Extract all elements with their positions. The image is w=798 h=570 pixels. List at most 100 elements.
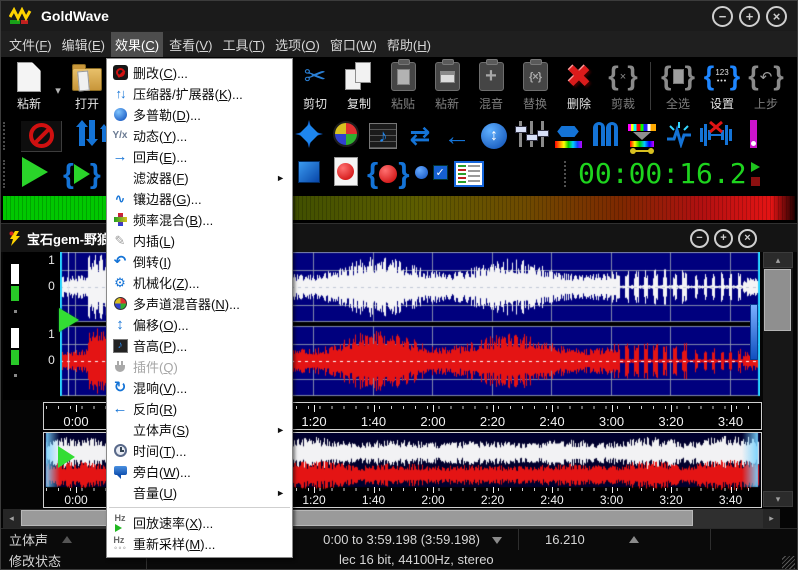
channel-zoom-thumb[interactable]: [11, 328, 19, 348]
minimize-button[interactable]: −: [712, 6, 733, 27]
toolbar-gripper[interactable]: [564, 161, 568, 187]
menu-item-voice-over[interactable]: 旁白(W)...: [107, 461, 292, 482]
open-button[interactable]: 打开: [65, 60, 109, 112]
menu-item-flanger[interactable]: ∿镶边器(G)...: [107, 188, 292, 209]
record-monitor-button[interactable]: ✓: [415, 157, 448, 191]
mix-button[interactable]: +混音: [469, 60, 513, 112]
offset-button[interactable]: ↕: [478, 119, 510, 153]
open-dropdown-button[interactable]: ▾: [51, 60, 65, 107]
menu-item-time-warp[interactable]: 时间(T)...: [107, 440, 292, 461]
doc-maximize-button[interactable]: +: [714, 229, 733, 248]
playback-start-marker[interactable]: [59, 308, 79, 332]
menu-h[interactable]: 帮助(H): [383, 32, 435, 57]
menu-item-resample[interactable]: Hz∘∘∘重新采样(M)...: [107, 533, 292, 554]
clipped-tool-button[interactable]: [737, 119, 769, 153]
record-new-button[interactable]: [330, 157, 362, 191]
scroll-down-icon[interactable]: [763, 491, 793, 507]
control-properties-button[interactable]: [453, 157, 485, 191]
previous-icon: {↶}: [748, 60, 784, 93]
menu-v[interactable]: 查看(V): [165, 32, 216, 57]
menu-item-playback-rate[interactable]: Hz回放速率(X)...: [107, 512, 292, 533]
scroll-up-icon[interactable]: [763, 252, 793, 268]
record-selection-button[interactable]: {}: [367, 157, 410, 191]
menu-f[interactable]: 文件(F): [5, 32, 56, 57]
close-button[interactable]: ×: [766, 6, 787, 27]
pitch-icon: ♪: [369, 123, 397, 149]
stereo-toggle-icon[interactable]: [62, 536, 72, 543]
doc-minimize-button[interactable]: −: [690, 229, 709, 248]
menu-w[interactable]: 窗口(W): [326, 32, 381, 57]
overview-playback-marker[interactable]: [58, 446, 75, 468]
select-all-button[interactable]: {}全选: [656, 60, 700, 112]
menu-t[interactable]: 工具(T): [218, 32, 269, 57]
doc-close-button[interactable]: ×: [738, 229, 757, 248]
menu-item-volume[interactable]: 音量(U): [107, 482, 292, 503]
paste-new-button[interactable]: 粘新: [425, 60, 469, 112]
pitch-button[interactable]: ♪: [367, 119, 399, 153]
menu-item-stereo[interactable]: 立体声(S): [107, 419, 292, 440]
channel-strip[interactable]: [3, 252, 43, 400]
menu-item-reverb[interactable]: ↻混响(V)...: [107, 377, 292, 398]
menu-item-censor[interactable]: 删改(C)...: [107, 62, 292, 83]
channel-zoom-range[interactable]: [11, 350, 19, 365]
menu-item-channel-mixer[interactable]: 多声道混音器(N)...: [107, 293, 292, 314]
menu-e[interactable]: 编辑(E): [58, 32, 109, 57]
no-entry-button[interactable]: [19, 119, 63, 153]
filter-button[interactable]: [552, 119, 584, 153]
channel-zoom-range[interactable]: [11, 286, 19, 301]
selection-unit-icon[interactable]: [492, 537, 502, 544]
position-unit-icon[interactable]: [629, 536, 639, 543]
vertical-scrollbar[interactable]: [763, 252, 793, 507]
click-repair-button[interactable]: [663, 119, 695, 153]
position-cell[interactable]: 16.210: [519, 529, 711, 550]
paste-button[interactable]: 粘贴: [381, 60, 425, 112]
menu-item-plugin[interactable]: 插件(Q): [107, 356, 292, 377]
menu-item-frequency-blend[interactable]: 频率混合(B)...: [107, 209, 292, 230]
spectrum-filter-button[interactable]: [626, 119, 658, 153]
stereo-indicator[interactable]: 立体声: [9, 530, 48, 549]
delete-button[interactable]: ✖删除: [557, 60, 601, 112]
noise-reduction-button[interactable]: [700, 119, 732, 153]
toolbar-gripper[interactable]: [3, 160, 7, 188]
reverse-button[interactable]: ←: [441, 119, 473, 153]
replace-button[interactable]: {×}替换: [513, 60, 557, 112]
previous-button[interactable]: {↶}上步: [744, 60, 788, 112]
control-properties-icon: [454, 161, 484, 188]
menu-item-doppler[interactable]: 多普勒(D)...: [107, 104, 292, 125]
equalizer-button[interactable]: [515, 119, 547, 153]
set-selection-button[interactable]: {123•••}设置: [700, 60, 744, 112]
maximize-button[interactable]: +: [739, 6, 760, 27]
menu-item-compressor-expander[interactable]: ↑↓压缩器/扩展器(K)...: [107, 83, 292, 104]
swap-channels-button[interactable]: ⇄: [404, 119, 436, 153]
mechanize-button[interactable]: [293, 119, 325, 153]
menu-item-invert[interactable]: ↶倒转(I): [107, 251, 292, 272]
noise-gate-button[interactable]: [589, 119, 621, 153]
toolbar-gripper[interactable]: [3, 122, 7, 150]
menu-item-mechanize[interactable]: ⚙机械化(Z)...: [107, 272, 292, 293]
trim-button[interactable]: {×}剪裁: [601, 60, 645, 112]
menu-item-dynamics[interactable]: Y/x动态(Y)...: [107, 125, 292, 146]
scroll-right-icon[interactable]: [763, 509, 780, 528]
menu-item-offset[interactable]: ↕偏移(O)...: [107, 314, 292, 335]
copy-button[interactable]: 复制: [337, 60, 381, 112]
menu-item-interpolate[interactable]: ✎内插(L): [107, 230, 292, 251]
invert-icon: ↶: [107, 254, 133, 269]
vertical-scroll-thumb[interactable]: [764, 269, 791, 331]
menu-item-reverse[interactable]: ←反向(R): [107, 398, 292, 419]
paste-new-file-button[interactable]: 粘新: [7, 60, 51, 112]
menu-c[interactable]: 效果(C): [111, 32, 163, 57]
channel-mixer-button[interactable]: [330, 119, 362, 153]
menu-item-pitch[interactable]: ♪音高(P)...: [107, 335, 292, 356]
menu-o[interactable]: 选项(O): [271, 32, 324, 57]
play-selection-button[interactable]: {}: [63, 157, 101, 191]
selection-end-handle[interactable]: [750, 304, 758, 360]
resize-grip[interactable]: [782, 556, 795, 569]
cut-button[interactable]: ✂剪切: [293, 60, 337, 112]
menu-item-filter[interactable]: 滤波器(F): [107, 167, 292, 188]
play-button[interactable]: [19, 157, 51, 191]
channel-zoom-thumb[interactable]: [11, 264, 19, 284]
scroll-left-icon[interactable]: [3, 509, 20, 528]
menu-item-echo[interactable]: →回声(E)...: [107, 146, 292, 167]
pitch-icon: ♪: [107, 339, 133, 353]
stop-button[interactable]: [293, 157, 325, 191]
